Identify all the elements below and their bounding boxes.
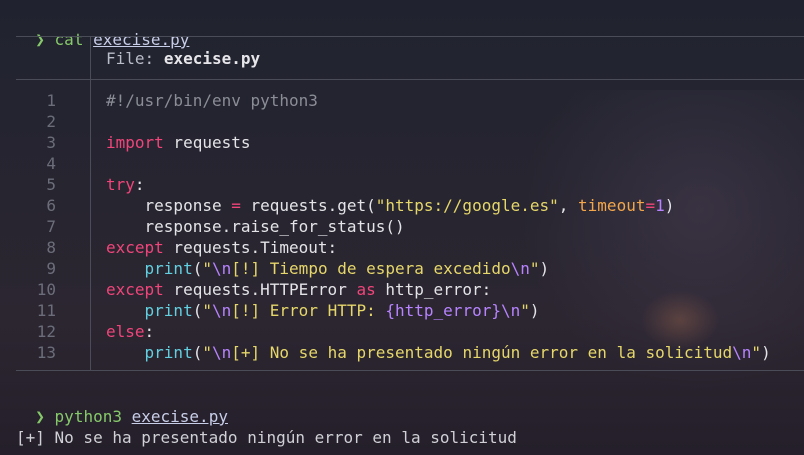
- line-number: 13: [36, 343, 56, 362]
- prompt-cat: ❯ cat execise.py: [16, 8, 189, 49]
- code-token: :: [134, 175, 145, 194]
- prompt-python: ❯ python3 execise.py: [16, 385, 228, 426]
- code-line: response.raise_for_status(): [106, 216, 405, 237]
- code-token: ): [761, 343, 771, 362]
- code-token: requests: [163, 133, 251, 152]
- line-number: 9: [46, 259, 56, 278]
- code-token: requests.get(: [240, 196, 376, 215]
- code-token: ): [664, 196, 675, 215]
- code-token: \n: [211, 301, 232, 320]
- code-line: print("\n[+] No se ha presentado ningún …: [106, 342, 771, 363]
- line-number: 7: [46, 217, 56, 236]
- code-token: response.raise_for_status(): [106, 217, 405, 236]
- code-token: print: [144, 259, 193, 278]
- code-line: #!/usr/bin/env python3: [106, 90, 318, 111]
- code-token: [+] No se ha presentado ningún error en …: [231, 343, 733, 362]
- line-number: 11: [36, 301, 56, 320]
- command-argument-file[interactable]: execise.py: [132, 407, 228, 426]
- code-line: import requests: [106, 132, 251, 153]
- code-line: except requests.HTTPError as http_error:: [106, 279, 491, 300]
- code-token: ": [751, 343, 762, 362]
- frame-top-border: [16, 36, 804, 37]
- code-token: \n: [732, 343, 752, 362]
- code-line: response = requests.get("https://google.…: [106, 195, 675, 216]
- code-token: {http_error}: [385, 301, 501, 320]
- line-number: 6: [46, 196, 56, 215]
- code-token: requests.Timeout:: [163, 238, 338, 257]
- code-token: [!] Tiempo de espera excedido: [231, 259, 511, 278]
- code-token: 1: [655, 196, 665, 215]
- code-token: (: [192, 301, 203, 320]
- code-token: else: [106, 322, 145, 341]
- code-line: else:: [106, 321, 154, 342]
- file-header-name: execise.py: [163, 49, 261, 68]
- code-token: except: [106, 238, 164, 257]
- code-token: ": [520, 301, 530, 320]
- code-token: \n: [510, 259, 530, 278]
- code-token: import: [106, 133, 164, 152]
- file-header-label: File:: [106, 49, 155, 68]
- line-number: 10: [36, 280, 56, 299]
- code-token: \n: [211, 259, 232, 278]
- code-token: ": [529, 259, 540, 278]
- line-number: 4: [46, 154, 56, 173]
- code-token: \n: [211, 343, 232, 362]
- command-name: python3: [54, 407, 122, 426]
- code-token: except: [106, 280, 164, 299]
- prompt-arrow-icon: ❯: [35, 30, 45, 49]
- code-token: ,: [558, 196, 579, 215]
- prompt-arrow-icon: ❯: [35, 407, 45, 426]
- command-name: cat: [54, 30, 84, 49]
- code-line: try:: [106, 174, 145, 195]
- code-token: =: [231, 196, 241, 215]
- line-number: 1: [46, 91, 56, 110]
- code-token: ): [529, 301, 540, 320]
- code-token: (: [192, 259, 203, 278]
- program-output: [+] No se ha presentado ningún error en …: [16, 428, 517, 447]
- code-token: :: [144, 322, 155, 341]
- line-number: 8: [46, 238, 56, 257]
- code-token: requests.HTTPError: [163, 280, 357, 299]
- background-lantern-glow: [640, 290, 720, 350]
- code-token: as: [356, 280, 376, 299]
- code-token: timeout: [578, 196, 646, 215]
- code-token: http_error:: [375, 280, 492, 299]
- code-token: response: [106, 196, 232, 215]
- frame-bottom-border: [16, 370, 804, 371]
- code-line: except requests.Timeout:: [106, 237, 337, 258]
- code-token: "https://google.es": [375, 196, 559, 215]
- code-line: print("\n[!] Tiempo de espera excedido\n…: [106, 258, 550, 279]
- code-token: ": [202, 343, 212, 362]
- code-token: ": [202, 301, 212, 320]
- line-number: 2: [46, 112, 56, 131]
- line-number: 3: [46, 133, 56, 152]
- code-token: #!/usr/bin/env python3: [106, 91, 318, 110]
- gutter-divider: [90, 36, 91, 370]
- line-number: 5: [46, 175, 56, 194]
- code-token: [!] Error HTTP:: [231, 301, 386, 320]
- file-header: File: execise.py: [106, 48, 260, 69]
- code-token: ): [539, 259, 550, 278]
- code-token: try: [106, 175, 135, 194]
- code-line: print("\n[!] Error HTTP: {http_error}\n"…: [106, 300, 540, 321]
- code-token: =: [645, 196, 656, 215]
- frame-header-divider: [16, 79, 804, 80]
- code-token: (: [192, 343, 203, 362]
- line-number: 12: [36, 322, 56, 341]
- code-token: print: [144, 343, 193, 362]
- code-token: print: [144, 301, 193, 320]
- code-token: ": [202, 259, 212, 278]
- code-token: \n: [500, 301, 521, 320]
- command-argument-file[interactable]: execise.py: [93, 30, 189, 49]
